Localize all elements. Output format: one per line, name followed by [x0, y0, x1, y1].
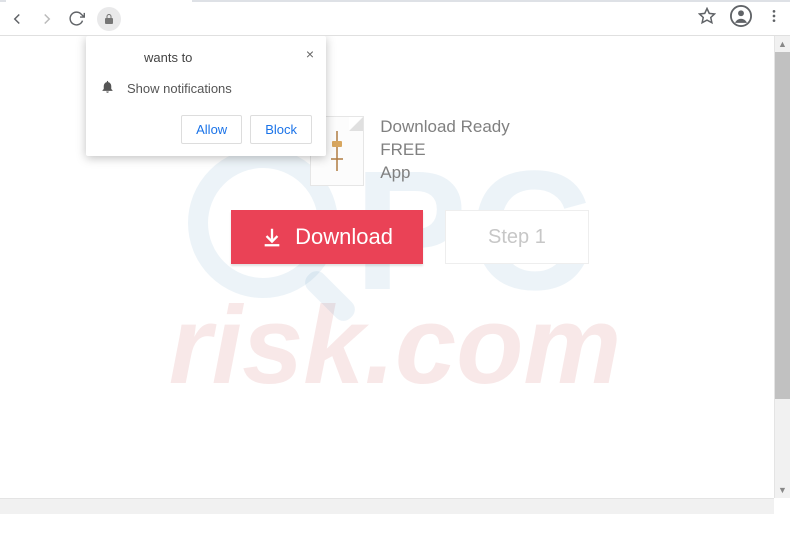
- address-bar[interactable]: [97, 7, 686, 31]
- prompt-header: wants to: [100, 50, 312, 65]
- prompt-message: Show notifications: [127, 81, 232, 96]
- browser-toolbar: [0, 2, 790, 36]
- download-icon: [261, 226, 283, 248]
- file-line3: App: [380, 162, 509, 185]
- menu-icon[interactable]: [766, 8, 782, 29]
- download-label: Download: [295, 224, 393, 250]
- forward-button[interactable]: [38, 10, 56, 28]
- browser-tab[interactable]: Install Required ×: [6, 0, 192, 2]
- back-button[interactable]: [8, 10, 26, 28]
- scroll-down-icon[interactable]: ▼: [775, 482, 790, 498]
- allow-button[interactable]: Allow: [181, 115, 242, 144]
- step-button[interactable]: Step 1: [445, 210, 589, 264]
- vertical-scrollbar[interactable]: ▲ ▼: [774, 36, 790, 498]
- scroll-thumb[interactable]: [775, 52, 790, 399]
- step-label: Step 1: [488, 226, 546, 248]
- new-tab-button[interactable]: +: [198, 0, 224, 2]
- profile-icon[interactable]: [730, 5, 752, 32]
- bell-icon: [100, 79, 115, 97]
- download-button[interactable]: Download: [231, 210, 423, 264]
- close-icon[interactable]: ×: [306, 46, 314, 62]
- file-card: Download Ready FREE App: [310, 116, 509, 186]
- file-line2: FREE: [380, 139, 509, 162]
- page-content: PC risk.com Download Ready FREE App Down…: [0, 36, 790, 514]
- button-row: Download Step 1: [231, 210, 589, 264]
- file-line1: Download Ready: [380, 116, 509, 139]
- lock-icon[interactable]: [97, 7, 121, 31]
- file-text: Download Ready FREE App: [380, 116, 509, 185]
- reload-button[interactable]: [68, 10, 85, 27]
- block-button[interactable]: Block: [250, 115, 312, 144]
- bookmark-icon[interactable]: [698, 7, 716, 30]
- permission-prompt: × wants to Show notifications Allow Bloc…: [86, 36, 326, 156]
- horizontal-scrollbar[interactable]: [0, 498, 774, 514]
- scroll-up-icon[interactable]: ▲: [775, 36, 790, 52]
